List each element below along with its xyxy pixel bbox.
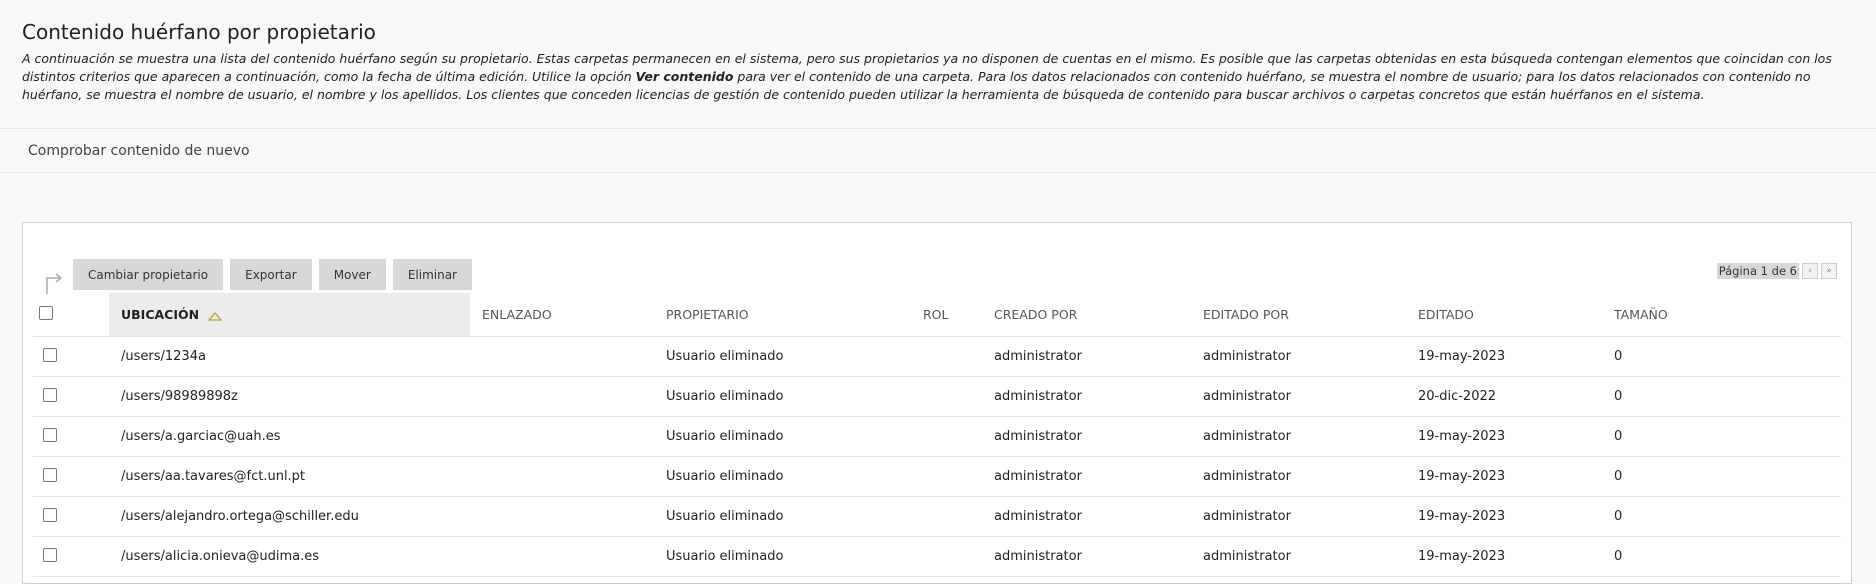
cell-size: 0 bbox=[1614, 376, 1841, 417]
cell-created-by: administrator bbox=[994, 456, 1203, 497]
row-select-cell bbox=[33, 496, 109, 537]
row-select-cell bbox=[33, 536, 109, 577]
row-checkbox[interactable] bbox=[43, 347, 57, 362]
cell-size: 0 bbox=[1614, 416, 1841, 457]
table-header-row: UBICACIÓN ENLAZADO PROPIETARIO ROL CREAD… bbox=[33, 293, 1841, 337]
select-all-checkbox[interactable] bbox=[39, 306, 53, 320]
column-header-linked[interactable]: ENLAZADO bbox=[470, 293, 666, 337]
page-indicator: Página 1 de 6 bbox=[1716, 263, 1799, 279]
cell-owner: Usuario eliminado bbox=[666, 336, 923, 377]
cell-edited-by: administrator bbox=[1203, 376, 1418, 417]
cell-role bbox=[923, 336, 994, 377]
orphan-content-table: UBICACIÓN ENLAZADO PROPIETARIO ROL CREAD… bbox=[33, 293, 1841, 577]
row-checkbox[interactable] bbox=[43, 387, 57, 402]
row-checkbox[interactable] bbox=[43, 467, 57, 482]
cell-owner: Usuario eliminado bbox=[666, 416, 923, 457]
column-label-location: UBICACIÓN bbox=[121, 307, 200, 322]
move-button[interactable]: Mover bbox=[318, 259, 386, 290]
bulk-action-arrow-icon bbox=[46, 272, 63, 294]
column-header-edited-by[interactable]: EDITADO POR bbox=[1203, 293, 1418, 337]
table-row: /users/alejandro.ortega@schiller.edu Usua… bbox=[33, 496, 1841, 537]
column-header-owner[interactable]: PROPIETARIO bbox=[666, 293, 923, 337]
table-row: /users/98989898z Usuario eliminado adminis… bbox=[33, 376, 1841, 417]
action-bar: Comprobar contenido de nuevo bbox=[0, 128, 1876, 173]
row-select-cell bbox=[33, 416, 109, 457]
view-content-term: Ver contenido bbox=[635, 69, 734, 84]
row-checkbox[interactable] bbox=[43, 547, 57, 562]
cell-edited-by: administrator bbox=[1203, 336, 1418, 377]
cell-size: 0 bbox=[1614, 496, 1841, 537]
cell-linked bbox=[470, 536, 666, 577]
cell-size: 0 bbox=[1614, 456, 1841, 497]
cell-owner: Usuario eliminado bbox=[666, 456, 923, 497]
column-header-created-by[interactable]: CREADO POR bbox=[994, 293, 1203, 337]
column-header-size[interactable]: TAMAÑO bbox=[1614, 293, 1841, 337]
column-header-location[interactable]: UBICACIÓN bbox=[109, 293, 470, 337]
table-row: /users/alicia.onieva@udima.es Usuario eli… bbox=[33, 536, 1841, 577]
cell-location[interactable]: /users/1234a bbox=[109, 336, 470, 377]
cell-owner: Usuario eliminado bbox=[666, 496, 923, 537]
cell-owner: Usuario eliminado bbox=[666, 536, 923, 577]
change-owner-button[interactable]: Cambiar propietario bbox=[73, 259, 224, 290]
cell-edited-by: administrator bbox=[1203, 536, 1418, 577]
content-panel: Cambiar propietario Exportar Mover Elimi… bbox=[22, 222, 1852, 584]
export-button[interactable]: Exportar bbox=[230, 259, 312, 290]
next-page-icon[interactable]: › bbox=[1802, 263, 1818, 279]
cell-edited: 19-may-2023 bbox=[1418, 416, 1614, 457]
cell-edited-by: administrator bbox=[1203, 496, 1418, 537]
table-row: /users/1234a Usuario eliminado administrat… bbox=[33, 336, 1841, 377]
cell-location[interactable]: /users/aa.tavares@fct.unl.pt bbox=[109, 456, 470, 497]
cell-role bbox=[923, 496, 994, 537]
cell-linked bbox=[470, 336, 666, 377]
table-row: /users/a.garciac@uah.es Usuario eliminado… bbox=[33, 416, 1841, 457]
cell-created-by: administrator bbox=[994, 376, 1203, 417]
cell-edited: 19-may-2023 bbox=[1418, 336, 1614, 377]
cell-edited: 19-may-2023 bbox=[1418, 536, 1614, 577]
cell-role bbox=[923, 456, 994, 497]
select-all-cell bbox=[33, 293, 109, 337]
cell-role bbox=[923, 376, 994, 417]
cell-linked bbox=[470, 456, 666, 497]
cell-location[interactable]: /users/alicia.onieva@udima.es bbox=[109, 536, 470, 577]
cell-created-by: administrator bbox=[994, 536, 1203, 577]
row-checkbox[interactable] bbox=[43, 507, 57, 522]
delete-button[interactable]: Eliminar bbox=[392, 259, 472, 290]
table-row: /users/aa.tavares@fct.unl.pt Usuario elim… bbox=[33, 456, 1841, 497]
cell-created-by: administrator bbox=[994, 496, 1203, 537]
cell-created-by: administrator bbox=[994, 416, 1203, 457]
column-header-edited[interactable]: EDITADO bbox=[1418, 293, 1614, 337]
cell-role bbox=[923, 416, 994, 457]
recheck-content-link[interactable]: Comprobar contenido de nuevo bbox=[28, 143, 250, 159]
cell-edited: 19-may-2023 bbox=[1418, 456, 1614, 497]
last-page-icon[interactable]: » bbox=[1821, 263, 1837, 279]
page-title: Contenido huérfano por propietario bbox=[22, 20, 376, 44]
cell-location[interactable]: /users/alejandro.ortega@schiller.edu bbox=[109, 496, 470, 537]
pagination: Página 1 de 6 › » bbox=[1716, 263, 1837, 279]
cell-edited-by: administrator bbox=[1203, 456, 1418, 497]
cell-owner: Usuario eliminado bbox=[666, 376, 923, 417]
cell-location[interactable]: /users/a.garciac@uah.es bbox=[109, 416, 470, 457]
cell-edited: 20-dic-2022 bbox=[1418, 376, 1614, 417]
row-select-cell bbox=[33, 456, 109, 497]
page-header: Contenido huérfano por propietario A con… bbox=[0, 0, 1876, 104]
cell-edited: 19-may-2023 bbox=[1418, 496, 1614, 537]
row-checkbox[interactable] bbox=[43, 427, 57, 442]
cell-linked bbox=[470, 376, 666, 417]
cell-linked bbox=[470, 496, 666, 537]
column-header-role[interactable]: ROL bbox=[923, 293, 994, 337]
table-toolbar: Cambiar propietario Exportar Mover Elimi… bbox=[43, 259, 479, 294]
cell-linked bbox=[470, 416, 666, 457]
cell-role bbox=[923, 536, 994, 577]
cell-size: 0 bbox=[1614, 536, 1841, 577]
cell-size: 0 bbox=[1614, 336, 1841, 377]
row-select-cell bbox=[33, 336, 109, 377]
sort-ascending-icon bbox=[208, 311, 223, 321]
page-description: A continuación se muestra una lista del … bbox=[22, 50, 1857, 104]
cell-location[interactable]: /users/98989898z bbox=[109, 376, 470, 417]
cell-created-by: administrator bbox=[994, 336, 1203, 377]
row-select-cell bbox=[33, 376, 109, 417]
cell-edited-by: administrator bbox=[1203, 416, 1418, 457]
